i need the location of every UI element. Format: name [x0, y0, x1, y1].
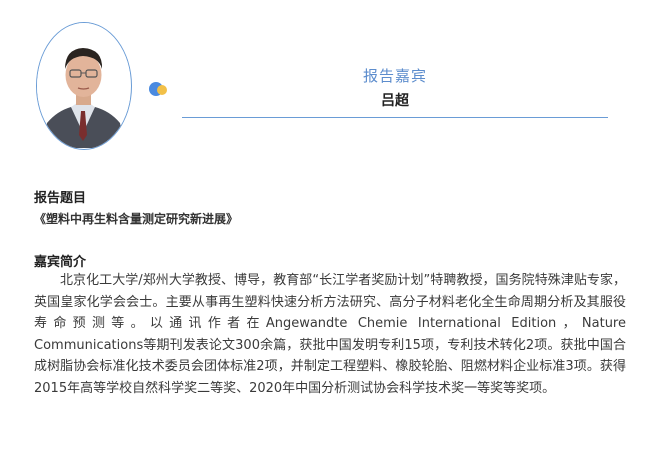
- bio-text: 北京化工大学/郑州大学教授、博导，教育部“长江学者奖励计划”特聘教授，国务院特殊…: [34, 273, 626, 396]
- yellow-dot-icon: [157, 85, 167, 95]
- bio-label: 嘉宾简介: [34, 255, 87, 270]
- divider: [182, 117, 608, 118]
- topic-label: 报告题目: [34, 191, 87, 206]
- speaker-name: 吕超: [381, 93, 409, 109]
- speaker-header: 报告嘉宾 吕超: [0, 0, 659, 170]
- decorative-dots-icon: [149, 82, 171, 98]
- avatar: [37, 23, 130, 148]
- topic-title: 《塑料中再生料含量测定研究新进展》: [34, 212, 239, 226]
- speaker-photo-frame: [36, 22, 132, 150]
- speaker-role-title: 报告嘉宾: [362, 67, 427, 85]
